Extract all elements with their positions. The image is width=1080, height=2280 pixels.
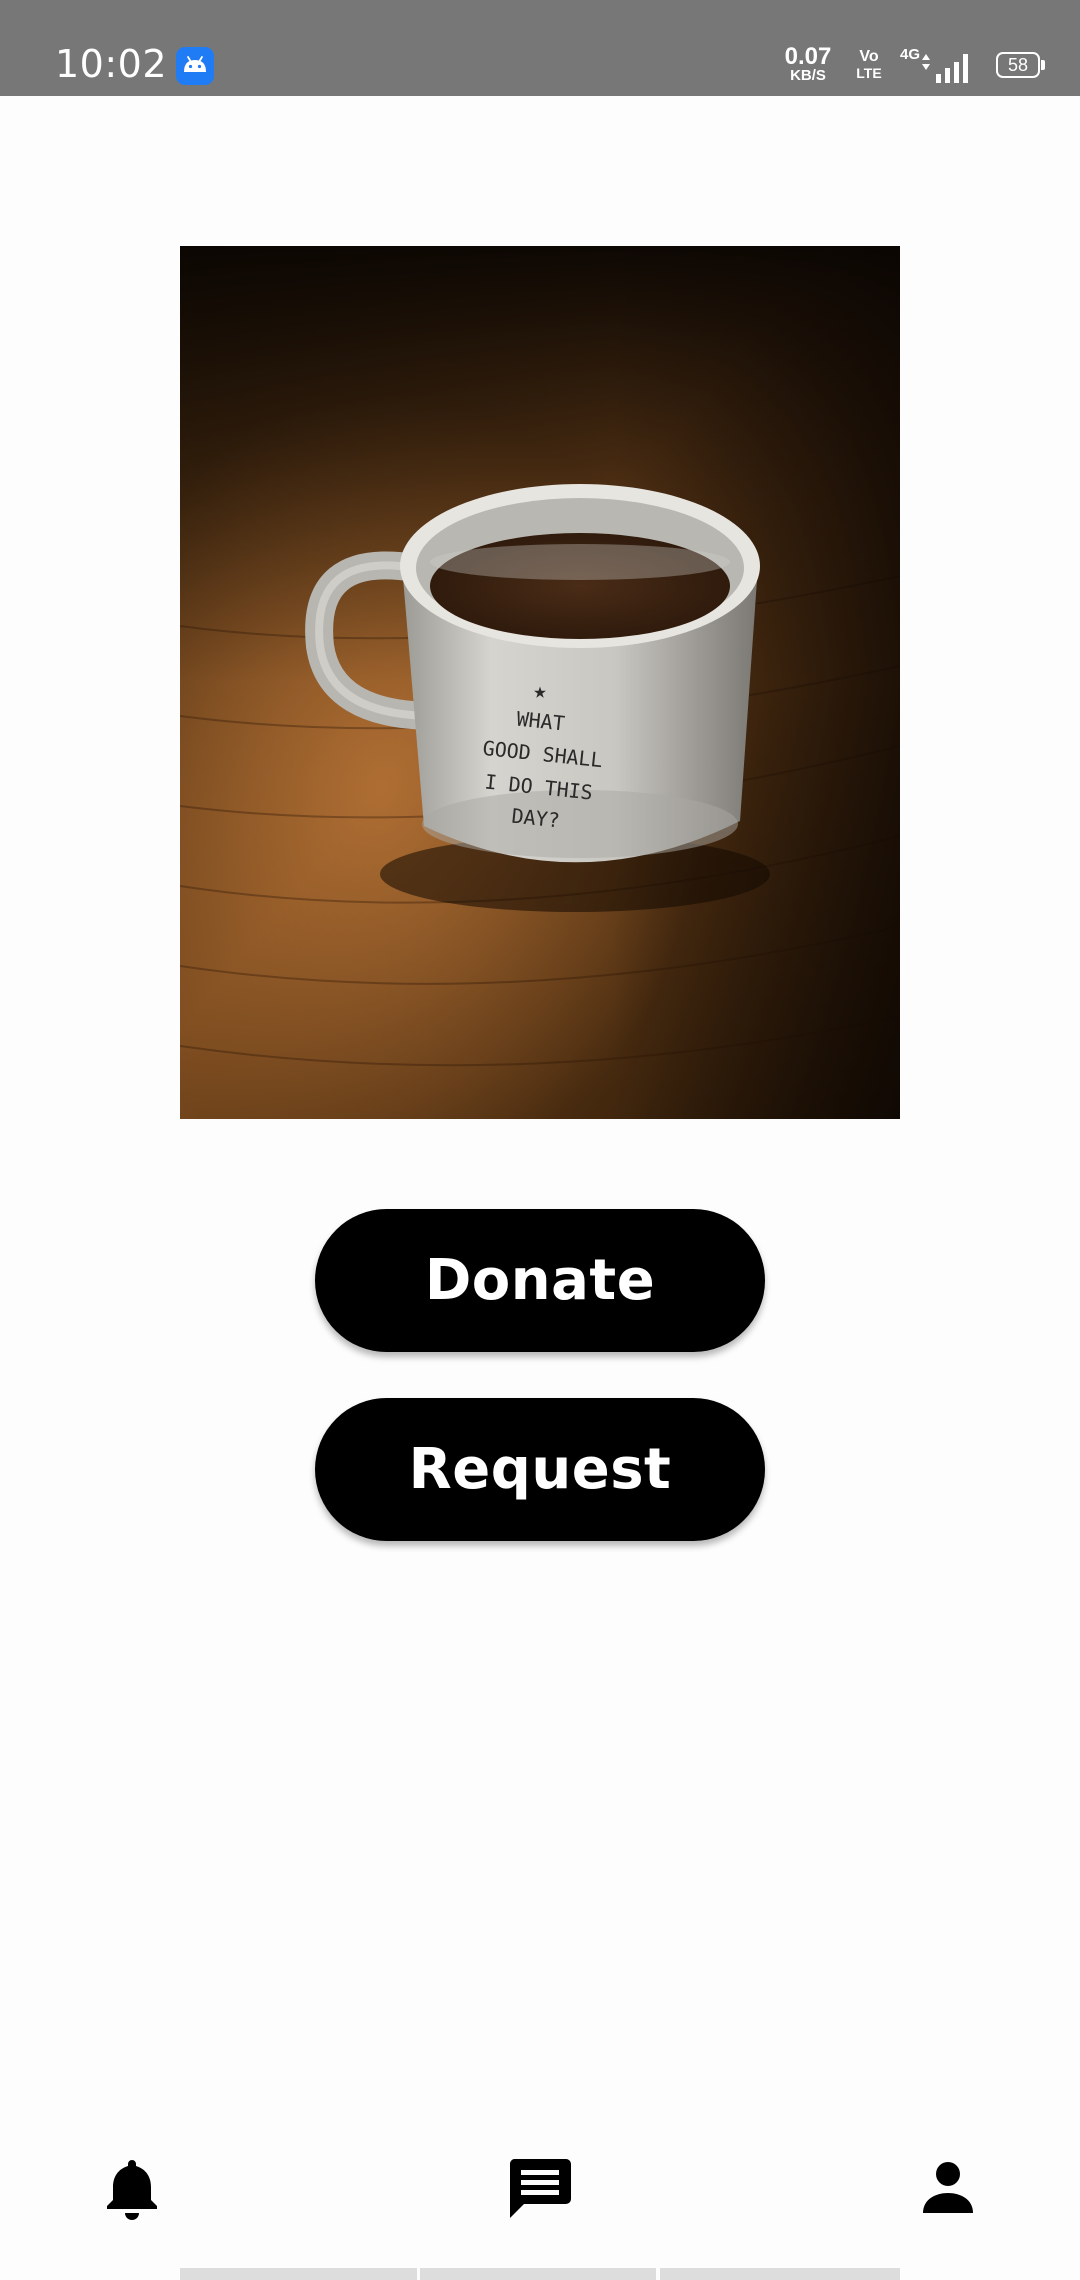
home-indicator xyxy=(420,2268,656,2280)
battery-tip xyxy=(1041,60,1045,70)
volte-bottom: LTE xyxy=(856,65,882,81)
status-bar: 10:02 0.07 KB/S Vo LTE 4G 58 xyxy=(0,0,1080,96)
nav-profile[interactable] xyxy=(898,2138,998,2238)
network-speed-unit: KB/S xyxy=(790,67,826,84)
network-speed-value: 0.07 xyxy=(784,43,832,70)
coffee-mug-image: ★ WHAT GOOD SHALL I DO THIS DAY? xyxy=(180,246,900,1119)
android-icon xyxy=(176,47,214,85)
status-time: 10:02 xyxy=(55,42,168,86)
home-indicator xyxy=(660,2268,900,2280)
svg-text:WHAT: WHAT xyxy=(516,707,566,736)
home-indicator xyxy=(180,2268,417,2280)
nav-notifications[interactable] xyxy=(82,2138,182,2238)
bottom-navigation xyxy=(0,2130,1080,2240)
network-speed: 0.07 KB/S xyxy=(778,43,838,84)
status-indicators: 0.07 KB/S Vo LTE 4G 58 xyxy=(660,44,1080,88)
person-icon xyxy=(923,2162,973,2213)
svg-text:DAY?: DAY? xyxy=(511,804,561,833)
bell-icon xyxy=(107,2160,157,2220)
svg-text:★: ★ xyxy=(533,679,546,704)
battery-icon: 58 xyxy=(996,52,1040,78)
nav-messages[interactable] xyxy=(490,2138,590,2238)
volte-top: Vo xyxy=(859,48,879,65)
screen: 10:02 0.07 KB/S Vo LTE 4G 58 ★ WHAT GOOD… xyxy=(0,0,1080,2280)
network-type: 4G xyxy=(900,46,921,63)
chat-icon xyxy=(509,2159,571,2218)
volte-indicator: Vo LTE xyxy=(853,48,885,80)
donate-button[interactable]: Donate xyxy=(315,1209,765,1352)
signal-icon xyxy=(922,54,968,83)
request-button[interactable]: Request xyxy=(315,1398,765,1541)
